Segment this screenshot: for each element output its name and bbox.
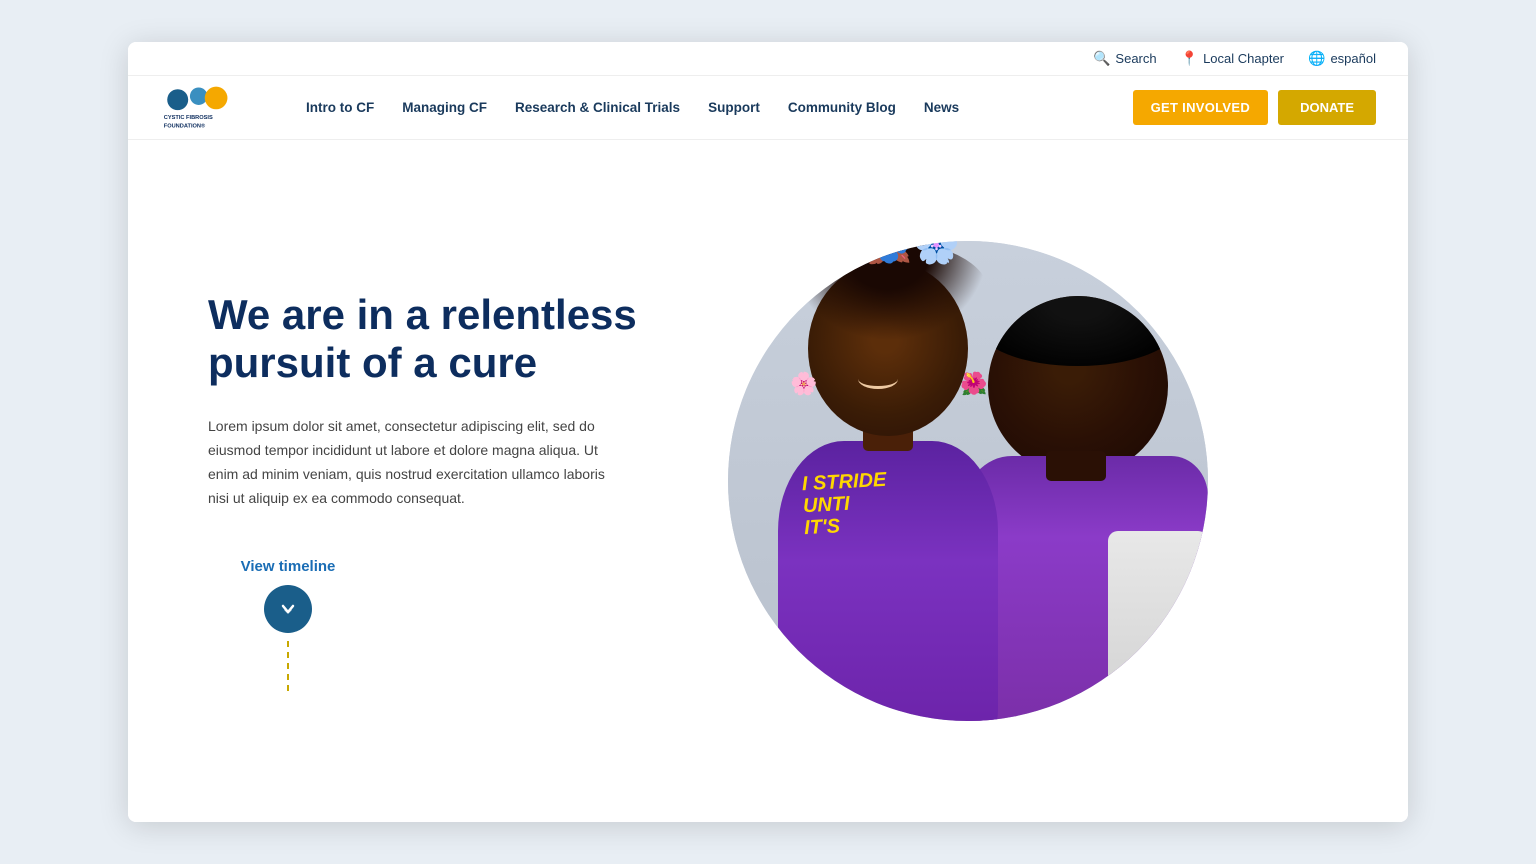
nav-news[interactable]: News xyxy=(910,100,973,115)
browser-frame: 🔍 Search 📍 Local Chapter 🌐 español CYSTI… xyxy=(128,42,1408,822)
search-icon: 🔍 xyxy=(1093,50,1110,67)
child-earring-right: 🌺 xyxy=(960,371,987,397)
local-chapter-link[interactable]: 📍 Local Chapter xyxy=(1181,50,1284,67)
child-earring-left: 🌸 xyxy=(790,371,817,397)
view-timeline-section: View timeline xyxy=(208,558,368,691)
nav-community-blog[interactable]: Community Blog xyxy=(774,100,910,115)
globe-icon: 🌐 xyxy=(1308,50,1325,67)
adult-head xyxy=(988,296,1168,476)
nav-research-trials[interactable]: Research & Clinical Trials xyxy=(501,100,694,115)
nav-links: Intro to CF Managing CF Research & Clini… xyxy=(292,100,1117,115)
hero-section: We are in a relentless pursuit of a cure… xyxy=(128,140,1408,822)
timeline-dotted-line xyxy=(287,641,289,691)
hero-title: We are in a relentless pursuit of a cure xyxy=(208,291,660,388)
search-link[interactable]: 🔍 Search xyxy=(1093,50,1157,67)
child-smile xyxy=(858,369,898,389)
hero-body-text: Lorem ipsum dolor sit amet, consectetur … xyxy=(208,415,628,510)
timeline-scroll-button[interactable] xyxy=(264,585,312,633)
main-nav: CYSTIC FIBROSIS FOUNDATION® Intro to CF … xyxy=(128,76,1408,140)
shirt-text: I STRIDE UNTI IT'S xyxy=(801,469,889,539)
view-timeline-label[interactable]: View timeline xyxy=(241,558,336,575)
nav-buttons: GET INVOLVED DONATE xyxy=(1133,90,1376,125)
nav-intro-cf[interactable]: Intro to CF xyxy=(292,100,388,115)
local-chapter-label: Local Chapter xyxy=(1203,51,1284,66)
hero-content: We are in a relentless pursuit of a cure… xyxy=(128,140,708,822)
svg-text:CYSTIC FIBROSIS: CYSTIC FIBROSIS xyxy=(164,114,213,120)
get-involved-button[interactable]: GET INVOLVED xyxy=(1133,90,1268,125)
search-label: Search xyxy=(1115,51,1156,66)
nav-managing-cf[interactable]: Managing CF xyxy=(388,100,501,115)
adult-neck xyxy=(1046,451,1106,481)
donate-button[interactable]: DONATE xyxy=(1278,90,1376,125)
espanol-label: español xyxy=(1330,51,1376,66)
adult-white-shirt-edge xyxy=(1108,531,1208,721)
hero-photo-inner: 🌸🌺🌸 🌸 🌺 I STRIDE UNTI IT'S xyxy=(728,241,1208,721)
espanol-link[interactable]: 🌐 español xyxy=(1308,50,1376,67)
nav-support[interactable]: Support xyxy=(694,100,774,115)
utility-bar: 🔍 Search 📍 Local Chapter 🌐 español xyxy=(128,42,1408,76)
svg-text:FOUNDATION®: FOUNDATION® xyxy=(164,122,206,129)
child-bow-flowers: 🌸🌺🌸 xyxy=(818,241,960,267)
location-icon: 📍 xyxy=(1181,50,1198,67)
hero-image-area: 🌸🌺🌸 🌸 🌺 I STRIDE UNTI IT'S xyxy=(708,140,1228,822)
logo[interactable]: CYSTIC FIBROSIS FOUNDATION® xyxy=(160,84,260,132)
hero-photo: 🌸🌺🌸 🌸 🌺 I STRIDE UNTI IT'S xyxy=(728,241,1208,721)
